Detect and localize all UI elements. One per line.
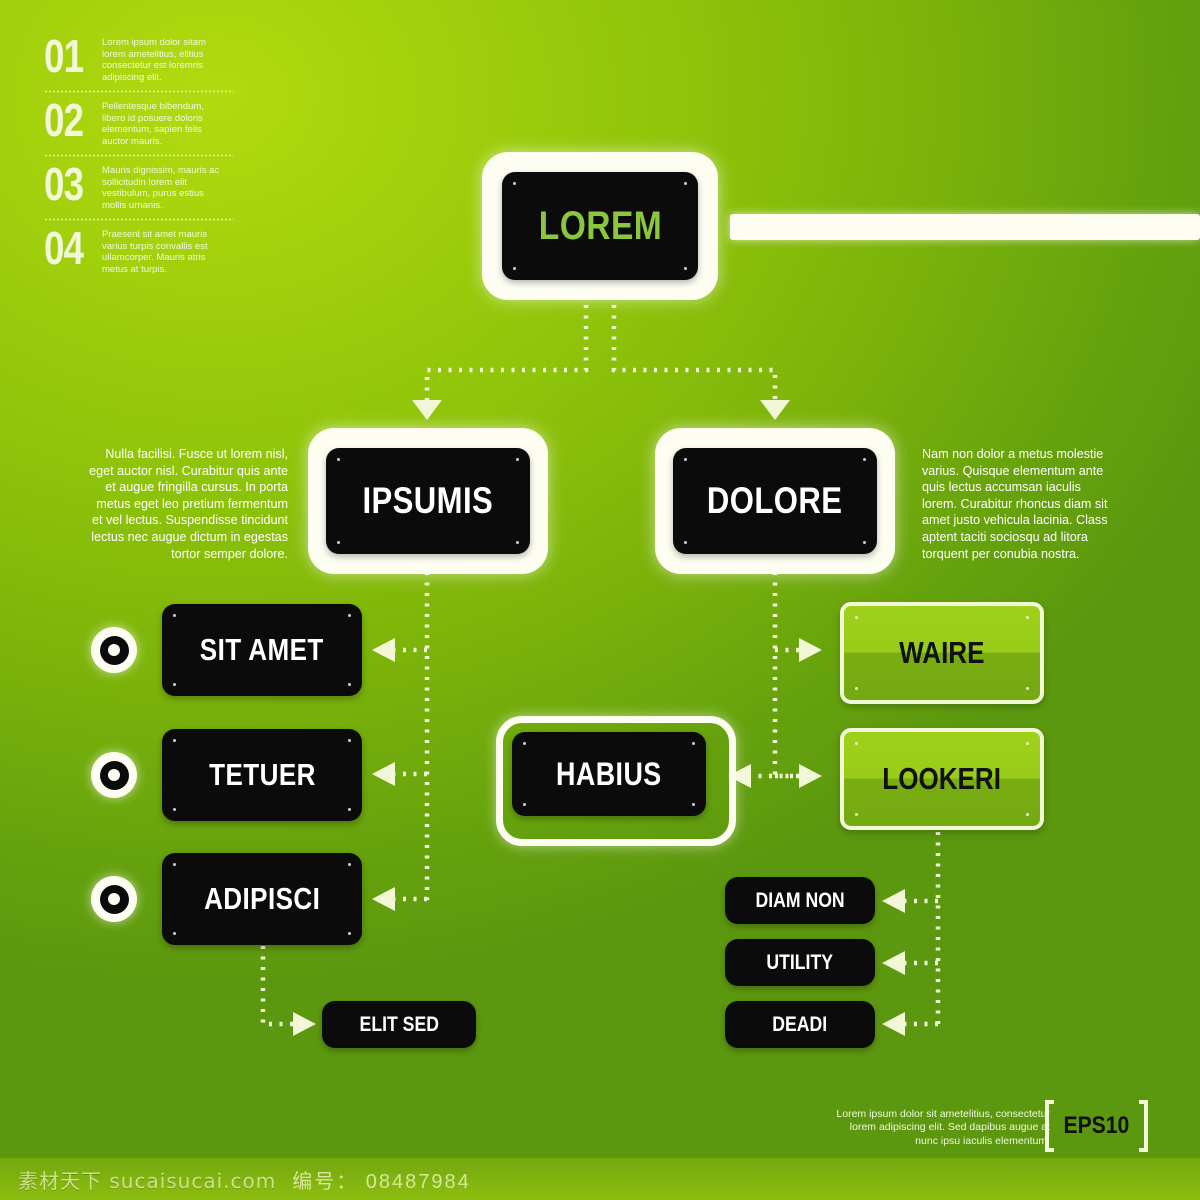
screw-icon bbox=[173, 863, 176, 866]
watermark-site: 素材天下 sucaisucai.com bbox=[18, 1168, 277, 1193]
node-label: HABIUS bbox=[556, 755, 662, 792]
item-text: Mauris dignissim, mauris ac sollicitudin… bbox=[102, 165, 220, 211]
screw-icon bbox=[863, 541, 866, 544]
screw-icon bbox=[337, 458, 340, 461]
node-deadi[interactable]: DEADI bbox=[725, 1001, 875, 1048]
item-number: 04 bbox=[44, 222, 84, 274]
watermark-id: 编号： 08487984 bbox=[292, 1170, 471, 1193]
list-item: 04 Praesent sit amet mauris varius turpi… bbox=[44, 222, 234, 279]
bullet-ring-icon bbox=[91, 752, 137, 798]
node-label: TETUER bbox=[208, 757, 316, 792]
list-item: 01 Lorem ipsum dolor sitam lorem ameteli… bbox=[44, 30, 234, 87]
item-number: 02 bbox=[44, 94, 84, 146]
node-utility[interactable]: UTILITY bbox=[725, 939, 875, 986]
item-text: Lorem ipsum dolor sitam lorem ametelitiu… bbox=[102, 37, 207, 83]
node-label: DIAM NON bbox=[755, 888, 845, 912]
screw-icon bbox=[1026, 813, 1029, 816]
eps-badge: EPS10 bbox=[1045, 1100, 1148, 1152]
screw-icon bbox=[855, 742, 858, 745]
list-item: 03 Mauris dignissim, mauris ac sollicitu… bbox=[44, 158, 234, 215]
screw-icon bbox=[684, 541, 687, 544]
screw-icon bbox=[684, 458, 687, 461]
node-label: IPSUMIS bbox=[362, 480, 494, 521]
screw-icon bbox=[1026, 742, 1029, 745]
screw-icon bbox=[863, 458, 866, 461]
node-ipsumis[interactable]: IPSUMIS bbox=[326, 448, 530, 554]
screw-icon bbox=[173, 739, 176, 742]
node-lookeri[interactable]: LOOKERI bbox=[840, 728, 1044, 830]
screw-icon bbox=[523, 803, 526, 806]
screw-icon bbox=[516, 541, 519, 544]
node-label: WAIRE bbox=[899, 635, 985, 670]
node-tetuer[interactable]: TETUER bbox=[162, 729, 362, 821]
node-elit-sed[interactable]: ELIT SED bbox=[322, 1001, 476, 1048]
dotted-divider bbox=[44, 154, 234, 157]
paragraph-left: Nulla facilisi. Fusce ut lorem nisl, ege… bbox=[89, 447, 288, 561]
screw-icon bbox=[513, 182, 516, 185]
screw-icon bbox=[1026, 616, 1029, 619]
accent-bar bbox=[730, 214, 1200, 240]
bullet-ring-icon bbox=[91, 627, 137, 673]
screw-icon bbox=[855, 616, 858, 619]
node-habius[interactable]: HABIUS bbox=[512, 732, 706, 816]
bracket-left-icon bbox=[1045, 1100, 1055, 1152]
item-text: Pellentesque bibendum, libero id posuere… bbox=[102, 101, 204, 147]
node-adipisci[interactable]: ADIPISCI bbox=[162, 853, 362, 945]
node-waire[interactable]: WAIRE bbox=[840, 602, 1044, 704]
node-lorem[interactable]: LOREM bbox=[502, 172, 698, 280]
screw-icon bbox=[692, 803, 695, 806]
screw-icon bbox=[173, 683, 176, 686]
screw-icon bbox=[348, 808, 351, 811]
node-label: LOOKERI bbox=[882, 761, 1002, 796]
screw-icon bbox=[348, 863, 351, 866]
screw-icon bbox=[513, 267, 516, 270]
bullet-ring-icon bbox=[91, 876, 137, 922]
screw-icon bbox=[516, 458, 519, 461]
screw-icon bbox=[684, 182, 687, 185]
list-item: 02 Pellentesque bibendum, libero id posu… bbox=[44, 94, 234, 151]
bracket-right-icon bbox=[1139, 1100, 1148, 1152]
footer-text: Lorem ipsum dolor sit ametelitius, conse… bbox=[836, 1107, 1050, 1147]
infographic-canvas: .w{stroke:#f2f7d8;stroke-width:4.5;fill:… bbox=[0, 0, 1200, 1200]
screw-icon bbox=[1026, 687, 1029, 690]
paragraph-right: Nam non dolor a metus molestie varius. Q… bbox=[922, 447, 1108, 561]
eps-label: EPS10 bbox=[1063, 1112, 1130, 1139]
node-label: SIT AMET bbox=[200, 632, 324, 667]
item-number: 03 bbox=[44, 158, 84, 210]
node-sit-amet[interactable]: SIT AMET bbox=[162, 604, 362, 696]
screw-icon bbox=[173, 808, 176, 811]
node-label: ADIPISCI bbox=[203, 881, 321, 916]
node-label: UTILITY bbox=[766, 950, 834, 974]
node-dolore[interactable]: DOLORE bbox=[673, 448, 877, 554]
screw-icon bbox=[855, 687, 858, 690]
screw-icon bbox=[173, 932, 176, 935]
node-label: ELIT SED bbox=[359, 1012, 439, 1036]
dotted-divider bbox=[44, 218, 234, 221]
item-text: Praesent sit amet mauris varius turpis c… bbox=[102, 229, 208, 275]
screw-icon bbox=[855, 813, 858, 816]
screw-icon bbox=[348, 932, 351, 935]
dotted-divider bbox=[44, 90, 234, 93]
screw-icon bbox=[348, 614, 351, 617]
screw-icon bbox=[348, 683, 351, 686]
screw-icon bbox=[692, 742, 695, 745]
screw-icon bbox=[337, 541, 340, 544]
node-label: DEADI bbox=[772, 1012, 828, 1036]
screw-icon bbox=[523, 742, 526, 745]
screw-icon bbox=[684, 267, 687, 270]
node-label: LOREM bbox=[538, 203, 662, 248]
screw-icon bbox=[173, 614, 176, 617]
node-diam-non[interactable]: DIAM NON bbox=[725, 877, 875, 924]
screw-icon bbox=[348, 739, 351, 742]
item-number: 01 bbox=[44, 30, 84, 82]
watermark-bar: 素材天下 sucaisucai.com 编号： 08487984 bbox=[0, 1158, 1200, 1200]
numbered-list: 01 Lorem ipsum dolor sitam lorem ameteli… bbox=[44, 30, 234, 279]
node-label: DOLORE bbox=[707, 480, 843, 521]
